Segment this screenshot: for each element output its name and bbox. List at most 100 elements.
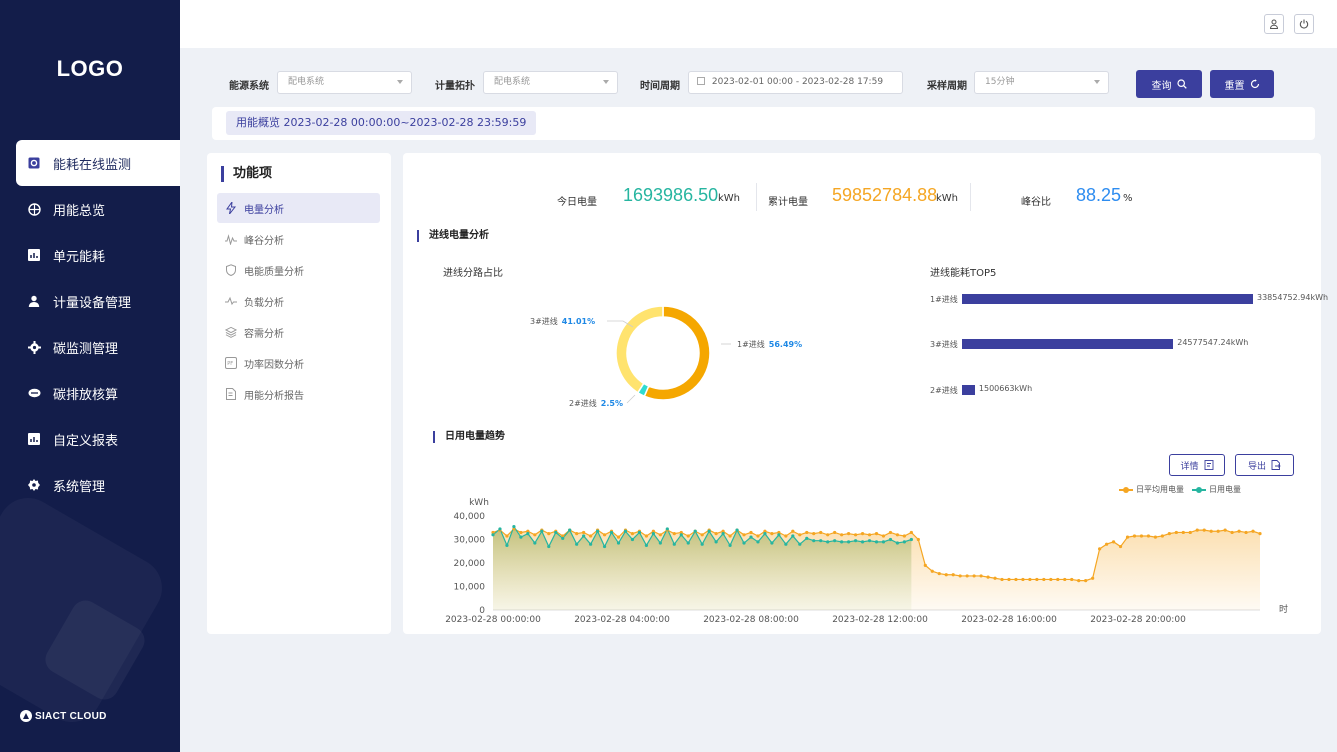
y-tick-label: 20,000 [454, 559, 486, 569]
avg-usage-point [1230, 530, 1234, 535]
sidebar-item-unit-energy[interactable]: 单元能耗 [0, 232, 180, 278]
avg-usage-point [1174, 530, 1178, 535]
donut-label-line1: 1#进线 56.49% [737, 339, 802, 350]
sidebar-item-system-settings[interactable]: 系统管理 [0, 462, 180, 508]
avg-usage-point [1139, 534, 1144, 538]
daily-usage-point [658, 541, 662, 545]
detail-icon [1204, 460, 1213, 470]
avg-usage-point [644, 534, 648, 538]
chevron-down-icon [603, 80, 609, 84]
main-panel: 今日电量 1693986.50 kWh 累计电量 59852784.88 kWh… [403, 153, 1328, 634]
daily-usage-point [700, 542, 704, 546]
sidebar-item-label: 系统管理 [53, 479, 106, 495]
sidebar-item-energy-overview[interactable]: 用能总览 [0, 186, 180, 232]
function-panel: 功能项 电量分析 峰谷分析 电能质量分析 负载分析 容需分析 PF 功率因数分析… [207, 153, 391, 634]
y-tick-label: 30,000 [454, 536, 486, 546]
peak-valley-ratio-label: 峰谷比 [1021, 197, 1051, 208]
peak-valley-ratio-unit: % [1123, 193, 1133, 204]
sidebar-item-label: 用能总览 [53, 203, 106, 219]
export-button[interactable]: 导出 [1235, 454, 1294, 476]
avg-usage-point [951, 573, 955, 577]
avg-usage-point [784, 534, 788, 538]
refresh-icon [1250, 79, 1259, 89]
topology-select[interactable]: 配电系统 [483, 71, 618, 94]
avg-usage-point [1063, 577, 1067, 582]
reset-button-label: 重置 [1224, 80, 1245, 92]
document-icon [225, 388, 237, 400]
avg-usage-point [1181, 530, 1185, 535]
daily-usage-point [693, 529, 697, 533]
detail-button[interactable]: 详情 [1169, 454, 1225, 476]
daily-usage-point [575, 542, 579, 546]
daily-usage-point [651, 532, 655, 536]
daily-usage-point [749, 535, 753, 539]
daily-usage-point [623, 529, 628, 533]
func-item-label: 用能分析报告 [244, 390, 304, 402]
user-profile-button[interactable] [1264, 14, 1284, 34]
brand-name: SIACT CLOUD [35, 710, 107, 722]
logout-button[interactable] [1294, 14, 1314, 34]
daily-usage-point [798, 542, 802, 546]
reset-button[interactable]: 重置 [1210, 70, 1274, 98]
daily-usage-point [791, 534, 795, 538]
avg-usage-point [1167, 532, 1171, 536]
avg-usage-point [819, 530, 823, 535]
sidebar-item-meter-device[interactable]: 计量设备管理 [0, 278, 180, 324]
func-item-load-analysis[interactable]: 负载分析 [217, 286, 380, 316]
func-item-label: 负载分析 [244, 297, 284, 309]
avg-usage-point [1098, 547, 1102, 551]
globe-icon [27, 202, 41, 216]
daily-usage-point [888, 537, 893, 542]
avg-usage-point [847, 532, 851, 536]
x-tick-label: 2023-02-28 00:00:00 [445, 615, 541, 625]
incoming-power-section-title: 进线电量分析 [417, 230, 489, 242]
sample-period-select[interactable]: 15分钟 [974, 71, 1109, 94]
func-item-power-factor[interactable]: PF 功率因数分析 [217, 348, 380, 378]
func-item-label: 峰谷分析 [244, 235, 284, 247]
top5-title: 进线能耗TOP5 [930, 268, 997, 279]
sidebar-item-energy-monitor[interactable]: 能耗在线监测 [16, 140, 180, 186]
avg-usage-point [937, 571, 941, 576]
daily-usage-point [547, 544, 551, 549]
peak-valley-ratio-value: 88.25 [1076, 185, 1122, 205]
sidebar-item-custom-report[interactable]: 自定义报表 [0, 416, 180, 462]
avg-usage-point [519, 530, 523, 535]
avg-usage-point [1111, 540, 1116, 544]
avg-usage-point [756, 534, 760, 538]
query-button[interactable]: 查询 [1136, 70, 1202, 98]
avg-usage-point [770, 532, 774, 536]
top5-bar [962, 294, 1253, 304]
avg-usage-point [1105, 542, 1109, 546]
func-item-demand-analysis[interactable]: 容需分析 [217, 317, 380, 347]
sidebar-item-carbon-accounting[interactable]: 碳排放核算 [0, 370, 180, 416]
lightning-icon [225, 202, 237, 214]
leader-line [607, 320, 634, 328]
x-axis-label: 时 [1279, 603, 1288, 615]
avg-usage-point [1070, 577, 1074, 582]
sidebar-item-carbon-monitor[interactable]: 碳监测管理 [0, 324, 180, 370]
donut-label-name: 3#进线 [530, 317, 558, 326]
func-item-power-quality[interactable]: 电能质量分析 [217, 255, 380, 285]
func-item-power-analysis[interactable]: 电量分析 [217, 193, 380, 223]
avg-usage-point [874, 532, 879, 536]
daily-usage-point [533, 541, 537, 545]
avg-usage-point [1118, 544, 1123, 549]
avg-usage-point [902, 534, 906, 538]
func-item-peak-valley[interactable]: 峰谷分析 [217, 224, 380, 254]
daily-usage-point [540, 529, 544, 533]
user-icon [27, 294, 41, 308]
avg-usage-point [1188, 530, 1192, 535]
pf-icon: PF [225, 357, 237, 369]
donut-label-line3: 3#进线 41.01% [530, 316, 595, 327]
avg-usage-point [1028, 577, 1032, 582]
avg-usage-point [1160, 534, 1164, 538]
func-item-energy-report[interactable]: 用能分析报告 [217, 379, 380, 409]
time-range-picker[interactable]: 2023-02-01 00:00 - 2023-02-28 17:59 [688, 71, 903, 94]
avg-usage-point [1042, 577, 1046, 582]
calendar-icon [697, 77, 705, 85]
energy-system-label: 能源系统 [229, 81, 269, 92]
avg-usage-point [812, 532, 816, 536]
daily-usage-point [498, 527, 502, 531]
avg-usage-point [833, 530, 837, 535]
energy-system-select[interactable]: 配电系统 [277, 71, 412, 94]
